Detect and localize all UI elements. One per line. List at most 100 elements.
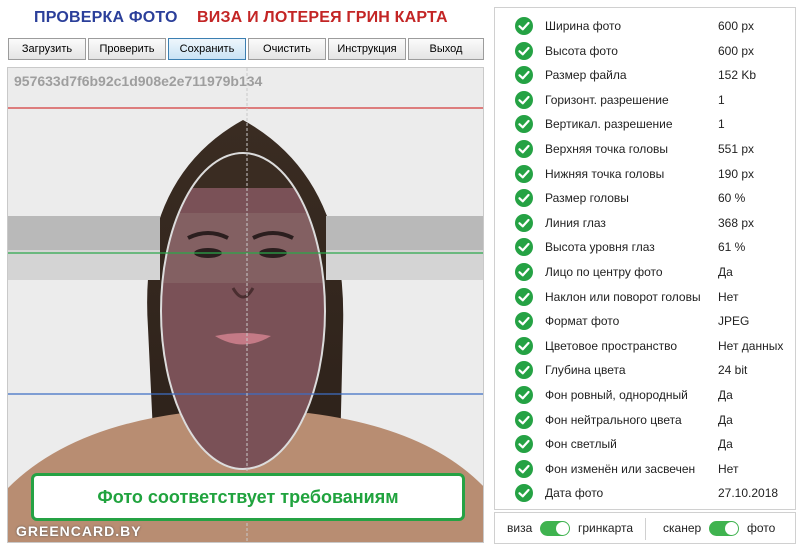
check-label: Размер файла: [545, 68, 627, 83]
check-icon: [515, 312, 533, 331]
app-title: ПРОВЕРКА ФОТО: [34, 9, 178, 26]
check-value: 60 %: [718, 191, 746, 206]
check-value: Да: [718, 265, 733, 279]
check-row: Глубина цвета 24 bit: [495, 358, 795, 382]
photo-preview: 957633d7f6b92c1d908e2e711979b134 Фото со…: [7, 67, 484, 543]
check-row: Верхняя точка головы 551 px: [495, 137, 795, 161]
check-value: 1: [718, 92, 725, 107]
check-value: 600 px: [718, 19, 755, 33]
check-value: 1: [718, 117, 725, 132]
check-icon: [515, 41, 533, 60]
check-label: Размер головы: [545, 191, 629, 206]
check-row: Формат фото JPEG: [495, 309, 795, 333]
check-row: Наклон или поворот головы Нет: [495, 285, 795, 309]
check-icon: [515, 140, 533, 158]
scanner-label: сканер: [663, 521, 702, 535]
check-value: 600 px: [718, 43, 755, 58]
greencard-toggle[interactable]: [540, 521, 570, 536]
check-row: Нижняя точка головы 190 px: [495, 162, 795, 186]
check-icon: [515, 410, 533, 429]
check-row: Фон светлый Да: [495, 432, 795, 456]
visa-label: виза: [507, 521, 533, 535]
check-value: 190 px: [718, 166, 755, 181]
check-value: Нет: [718, 289, 739, 304]
watermark: GREENCARD.BY: [16, 523, 142, 539]
check-row: Фон нейтрального цвета Да: [495, 408, 795, 432]
check-row: Размер файла 152 Kb: [495, 63, 795, 87]
check-label: Фон ровный, однородный: [545, 388, 688, 402]
check-label: Лицо по центру фото: [545, 265, 663, 279]
check-icon: [515, 361, 533, 380]
check-row: Цветовое пространство Нет данных: [495, 334, 795, 358]
check-value: Да: [718, 412, 733, 427]
check-icon: [515, 459, 533, 478]
check-label: Нижняя точка головы: [545, 166, 665, 181]
check-label: Глубина цвета: [545, 363, 626, 378]
status-message: Фото соответствует требованиям: [31, 473, 465, 521]
toggle-knob: [556, 522, 569, 535]
check-label: Линия глаз: [545, 215, 606, 230]
check-value: 24 bit: [718, 363, 748, 378]
check-value: 368 px: [718, 215, 755, 230]
check-row: Ширина фото 600 px: [495, 14, 795, 38]
instruction-button[interactable]: Инструкция: [328, 38, 406, 60]
mode-switches: виза гринкарта сканер фото: [494, 512, 796, 544]
check-icon: [515, 66, 533, 85]
photo-label: фото: [747, 521, 776, 535]
divider: [645, 518, 646, 540]
check-label: Вертикал. разрешение: [545, 117, 673, 132]
check-icon: [515, 189, 533, 208]
check-label: Ширина фото: [545, 19, 622, 33]
toggle-knob: [725, 522, 738, 535]
greencard-label: гринкарта: [578, 521, 634, 535]
check-icon: [515, 238, 533, 257]
exit-button[interactable]: Выход: [408, 38, 484, 60]
load-button[interactable]: Загрузить: [8, 38, 86, 60]
check-row: Фон ровный, однородный Да: [495, 383, 795, 407]
check-label: Цветовое пространство: [545, 338, 678, 353]
check-row: Линия глаз 368 px: [495, 211, 795, 235]
check-label: Фон нейтрального цвета: [545, 412, 682, 427]
photo-hash: 957633d7f6b92c1d908e2e711979b134: [14, 73, 263, 89]
check-icon: [515, 287, 533, 306]
check-row: Фон изменён или засвечен Нет: [495, 457, 795, 481]
check-icon: [515, 336, 533, 355]
app-subtitle: ВИЗА И ЛОТЕРЕЯ ГРИН КАРТА: [197, 9, 448, 26]
check-label: Наклон или поворот головы: [545, 289, 701, 304]
check-label: Фон изменён или засвечен: [545, 461, 696, 476]
check-row: Размер головы 60 %: [495, 186, 795, 210]
check-icon: [515, 263, 533, 281]
check-row: Высота фото 600 px: [495, 39, 795, 63]
check-label: Высота фото: [545, 43, 618, 58]
check-value: Да: [718, 437, 733, 452]
photo-toggle[interactable]: [709, 521, 739, 536]
check-value: Нет данных: [718, 338, 784, 353]
check-label: Горизонт. разрешение: [545, 92, 669, 107]
check-icon: [515, 164, 533, 183]
check-icon: [515, 90, 533, 109]
check-label: Верхняя точка головы: [545, 142, 669, 156]
check-row: Дата фото 27.10.2018: [495, 481, 795, 505]
check-label: Высота уровня глаз: [545, 240, 655, 255]
check-value: 152 Kb: [718, 68, 757, 83]
photo-image: [8, 68, 483, 542]
checks-panel: Ширина фото 600 px Высота фото 600 px Размер…: [494, 7, 796, 510]
check-row: Высота уровня глаз 61 %: [495, 235, 795, 259]
check-value: JPEG: [718, 314, 750, 329]
check-row: Лицо по центру фото Да: [495, 260, 795, 284]
check-icon: [515, 213, 533, 232]
check-label: Фон светлый: [545, 437, 617, 452]
check-icon: [515, 17, 533, 35]
check-label: Дата фото: [545, 486, 604, 501]
check-row: Вертикал. разрешение 1: [495, 112, 795, 136]
check-label: Формат фото: [545, 314, 620, 329]
check-icon: [515, 386, 533, 404]
check-value: Нет: [718, 461, 739, 476]
check-value: 551 px: [718, 142, 755, 156]
clear-button[interactable]: Очистить: [248, 38, 326, 60]
check-row: Горизонт. разрешение 1: [495, 88, 795, 112]
check-value: 27.10.2018: [718, 486, 779, 501]
check-button[interactable]: Проверить: [88, 38, 166, 60]
check-value: 61 %: [718, 240, 746, 255]
save-button[interactable]: Сохранить: [168, 38, 246, 60]
